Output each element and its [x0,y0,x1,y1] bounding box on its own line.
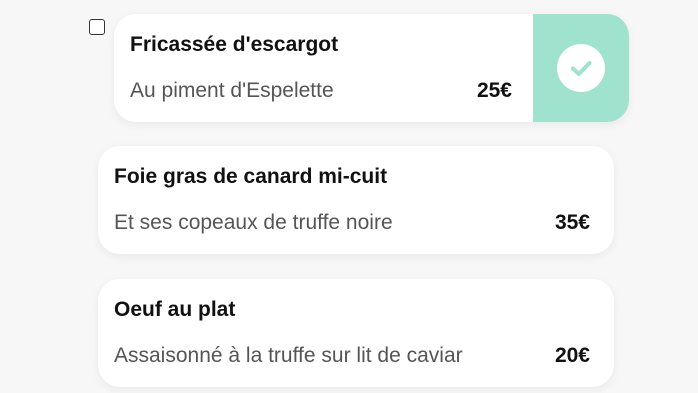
check-circle-icon [557,44,605,92]
select-checkbox[interactable] [89,19,105,35]
menu-item-body: Foie gras de canard mi-cuit Et ses copea… [98,146,614,254]
menu-item-card[interactable]: Oeuf au plat Assaisonné à la truffe sur … [98,279,614,387]
dish-description: Et ses copeaux de truffe noire [114,211,393,234]
menu-item-card[interactable]: Foie gras de canard mi-cuit Et ses copea… [98,146,614,254]
dish-title: Oeuf au plat [114,298,236,321]
dish-title: Fricassée d'escargot [130,33,339,56]
menu-item-body: Fricassée d'escargot Au piment d'Espelet… [114,14,533,122]
selected-toggle-button[interactable] [533,14,629,122]
menu-item-card[interactable]: Fricassée d'escargot Au piment d'Espelet… [114,14,629,122]
dish-price: 25€ [476,79,512,102]
dish-description: Au piment d'Espelette [130,79,334,102]
check-mark-icon [571,61,592,76]
dish-description: Assaisonné à la truffe sur lit de caviar [114,344,463,367]
menu-item-body: Oeuf au plat Assaisonné à la truffe sur … [98,279,614,387]
dish-price: 20€ [554,344,590,367]
dish-price: 35€ [554,211,590,234]
dish-title: Foie gras de canard mi-cuit [114,165,388,188]
